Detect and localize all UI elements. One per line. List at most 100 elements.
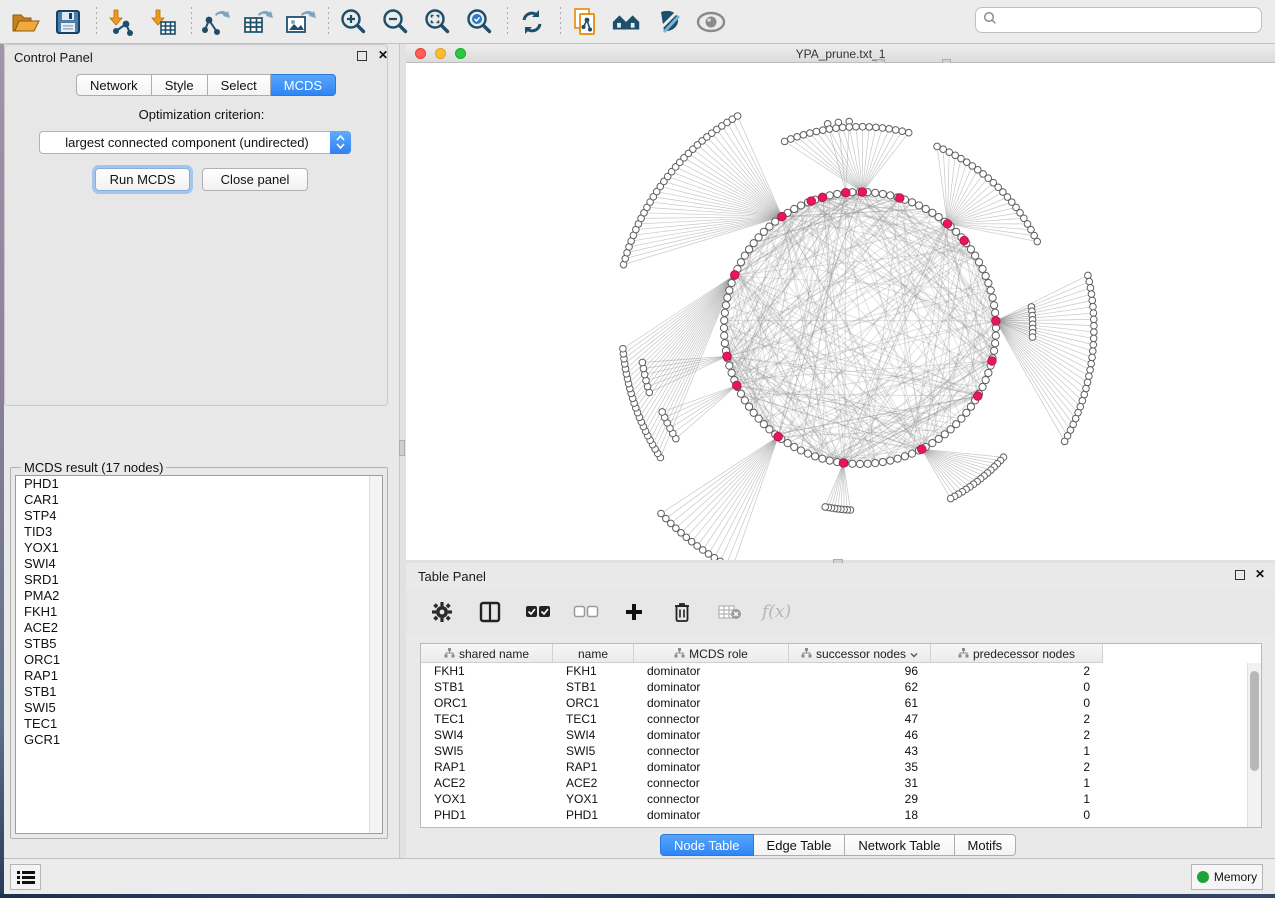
export-table-icon[interactable] xyxy=(242,6,274,38)
close-panel-icon[interactable]: ✕ xyxy=(1255,568,1265,581)
toolbar-separator xyxy=(96,7,97,37)
result-list-scrollbar[interactable] xyxy=(369,476,382,833)
memory-button[interactable]: Memory xyxy=(1191,864,1263,890)
table-cell: 1 xyxy=(931,776,1103,790)
result-node-item[interactable]: PMA2 xyxy=(16,588,382,604)
float-panel-icon[interactable] xyxy=(357,51,367,61)
sort-chevron-icon[interactable] xyxy=(910,647,918,661)
column-header-name[interactable]: name xyxy=(553,644,634,663)
result-node-item[interactable]: CAR1 xyxy=(16,492,382,508)
table-row[interactable]: YOX1YOX1connector291 xyxy=(421,791,1247,807)
table-cell: 0 xyxy=(931,808,1103,822)
export-image-icon[interactable] xyxy=(284,6,316,38)
result-node-item[interactable]: TEC1 xyxy=(16,716,382,732)
main-toolbar xyxy=(0,0,1275,44)
column-header-label: successor nodes xyxy=(816,647,906,661)
result-node-item[interactable]: STB1 xyxy=(16,684,382,700)
tab-node-table[interactable]: Node Table xyxy=(660,834,754,856)
function-builder-icon[interactable]: f(x) xyxy=(762,596,791,628)
delete-table-icon[interactable] xyxy=(714,596,746,628)
table-cell: TEC1 xyxy=(421,712,553,726)
save-session-icon[interactable] xyxy=(52,6,84,38)
table-cell: 43 xyxy=(789,744,931,758)
tab-motifs[interactable]: Motifs xyxy=(955,834,1017,856)
table-cell: TEC1 xyxy=(553,712,634,726)
table-row[interactable]: SWI4SWI4dominator462 xyxy=(421,727,1247,743)
graphics-details-icon[interactable] xyxy=(653,6,685,38)
result-node-item[interactable]: ORC1 xyxy=(16,652,382,668)
result-node-item[interactable]: GCR1 xyxy=(16,732,382,748)
table-row[interactable]: RAP1RAP1dominator352 xyxy=(421,759,1247,775)
result-node-item[interactable]: STP4 xyxy=(16,508,382,524)
table-cell: connector xyxy=(634,744,789,758)
result-node-item[interactable]: SWI5 xyxy=(16,700,382,716)
table-cell: ACE2 xyxy=(553,776,634,790)
control-panel-titlebar: Control Panel ✕ xyxy=(4,44,399,69)
result-node-item[interactable]: ACE2 xyxy=(16,620,382,636)
network-graph[interactable] xyxy=(406,63,1275,560)
close-panel-icon[interactable]: ✕ xyxy=(378,49,388,62)
eye-icon[interactable] xyxy=(695,6,727,38)
tab-mcds[interactable]: MCDS xyxy=(271,74,336,96)
close-panel-button[interactable]: Close panel xyxy=(202,168,308,191)
refresh-icon[interactable] xyxy=(516,6,548,38)
shared-column-icon xyxy=(674,647,685,661)
tab-select[interactable]: Select xyxy=(208,74,271,96)
column-header-predecessor-nodes[interactable]: predecessor nodes xyxy=(931,644,1103,663)
zoom-selected-icon[interactable] xyxy=(463,6,495,38)
column-header-MCDS-role[interactable]: MCDS role xyxy=(634,644,789,663)
column-header-shared-name[interactable]: shared name xyxy=(421,644,553,663)
result-node-item[interactable]: FKH1 xyxy=(16,604,382,620)
open-file-icon[interactable] xyxy=(10,6,42,38)
result-node-item[interactable]: SRD1 xyxy=(16,572,382,588)
select-all-icon[interactable] xyxy=(522,596,554,628)
result-node-item[interactable]: RAP1 xyxy=(16,668,382,684)
result-node-item[interactable]: PHD1 xyxy=(16,476,382,492)
table-header: shared namenameMCDS role successor nodes p… xyxy=(421,644,1103,663)
tab-network[interactable]: Network xyxy=(76,74,152,96)
table-row[interactable]: STB1STB1dominator620 xyxy=(421,679,1247,695)
result-node-item[interactable]: YOX1 xyxy=(16,540,382,556)
table-row[interactable]: ORC1ORC1dominator610 xyxy=(421,695,1247,711)
table-row[interactable]: PHD1PHD1dominator180 xyxy=(421,807,1247,823)
add-column-icon[interactable] xyxy=(618,596,650,628)
import-network-icon[interactable] xyxy=(105,6,137,38)
document-share-icon[interactable] xyxy=(569,6,601,38)
table-scrollbar-thumb[interactable] xyxy=(1250,671,1259,771)
tab-style[interactable]: Style xyxy=(152,74,208,96)
network-window-title: YPA_prune.txt_1 xyxy=(406,47,1275,61)
result-node-item[interactable]: SWI4 xyxy=(16,556,382,572)
birds-eye-view-icon[interactable] xyxy=(611,6,643,38)
zoom-fit-icon[interactable] xyxy=(421,6,453,38)
criterion-dropdown[interactable]: largest connected component (undirected) xyxy=(39,131,351,154)
tab-edge-table[interactable]: Edge Table xyxy=(754,834,846,856)
table-row[interactable]: TEC1TEC1connector472 xyxy=(421,711,1247,727)
import-table-icon[interactable] xyxy=(147,6,179,38)
deselect-all-icon[interactable] xyxy=(570,596,602,628)
column-visibility-icon[interactable] xyxy=(474,596,506,628)
memory-status-icon xyxy=(1197,871,1209,883)
result-node-item[interactable]: TID3 xyxy=(16,524,382,540)
float-panel-icon[interactable] xyxy=(1235,570,1245,580)
search-field[interactable] xyxy=(975,7,1262,33)
run-mcds-button[interactable]: Run MCDS xyxy=(95,168,190,191)
column-header-successor-nodes[interactable]: successor nodes xyxy=(789,644,931,663)
zoom-in-icon[interactable] xyxy=(337,6,369,38)
export-network-icon[interactable] xyxy=(200,6,232,38)
table-cell: 29 xyxy=(789,792,931,806)
table-row[interactable]: SWI5SWI5connector431 xyxy=(421,743,1247,759)
delete-column-icon[interactable] xyxy=(666,596,698,628)
table-row[interactable]: ACE2ACE2connector311 xyxy=(421,775,1247,791)
zoom-out-icon[interactable] xyxy=(379,6,411,38)
tab-network-table[interactable]: Network Table xyxy=(845,834,954,856)
table-cell: 31 xyxy=(789,776,931,790)
result-node-item[interactable]: STB5 xyxy=(16,636,382,652)
table-row[interactable]: FKH1FKH1dominator962 xyxy=(421,663,1247,679)
table-settings-icon[interactable] xyxy=(426,596,458,628)
search-input[interactable] xyxy=(1001,9,1261,31)
table-scrollbar[interactable] xyxy=(1247,663,1261,827)
task-history-button[interactable] xyxy=(10,864,41,890)
vertical-split-handle[interactable] xyxy=(399,440,405,456)
table-cell: YOX1 xyxy=(553,792,634,806)
mcds-result-list[interactable]: PHD1CAR1STP4TID3YOX1SWI4SRD1PMA2FKH1ACE2… xyxy=(15,475,383,834)
